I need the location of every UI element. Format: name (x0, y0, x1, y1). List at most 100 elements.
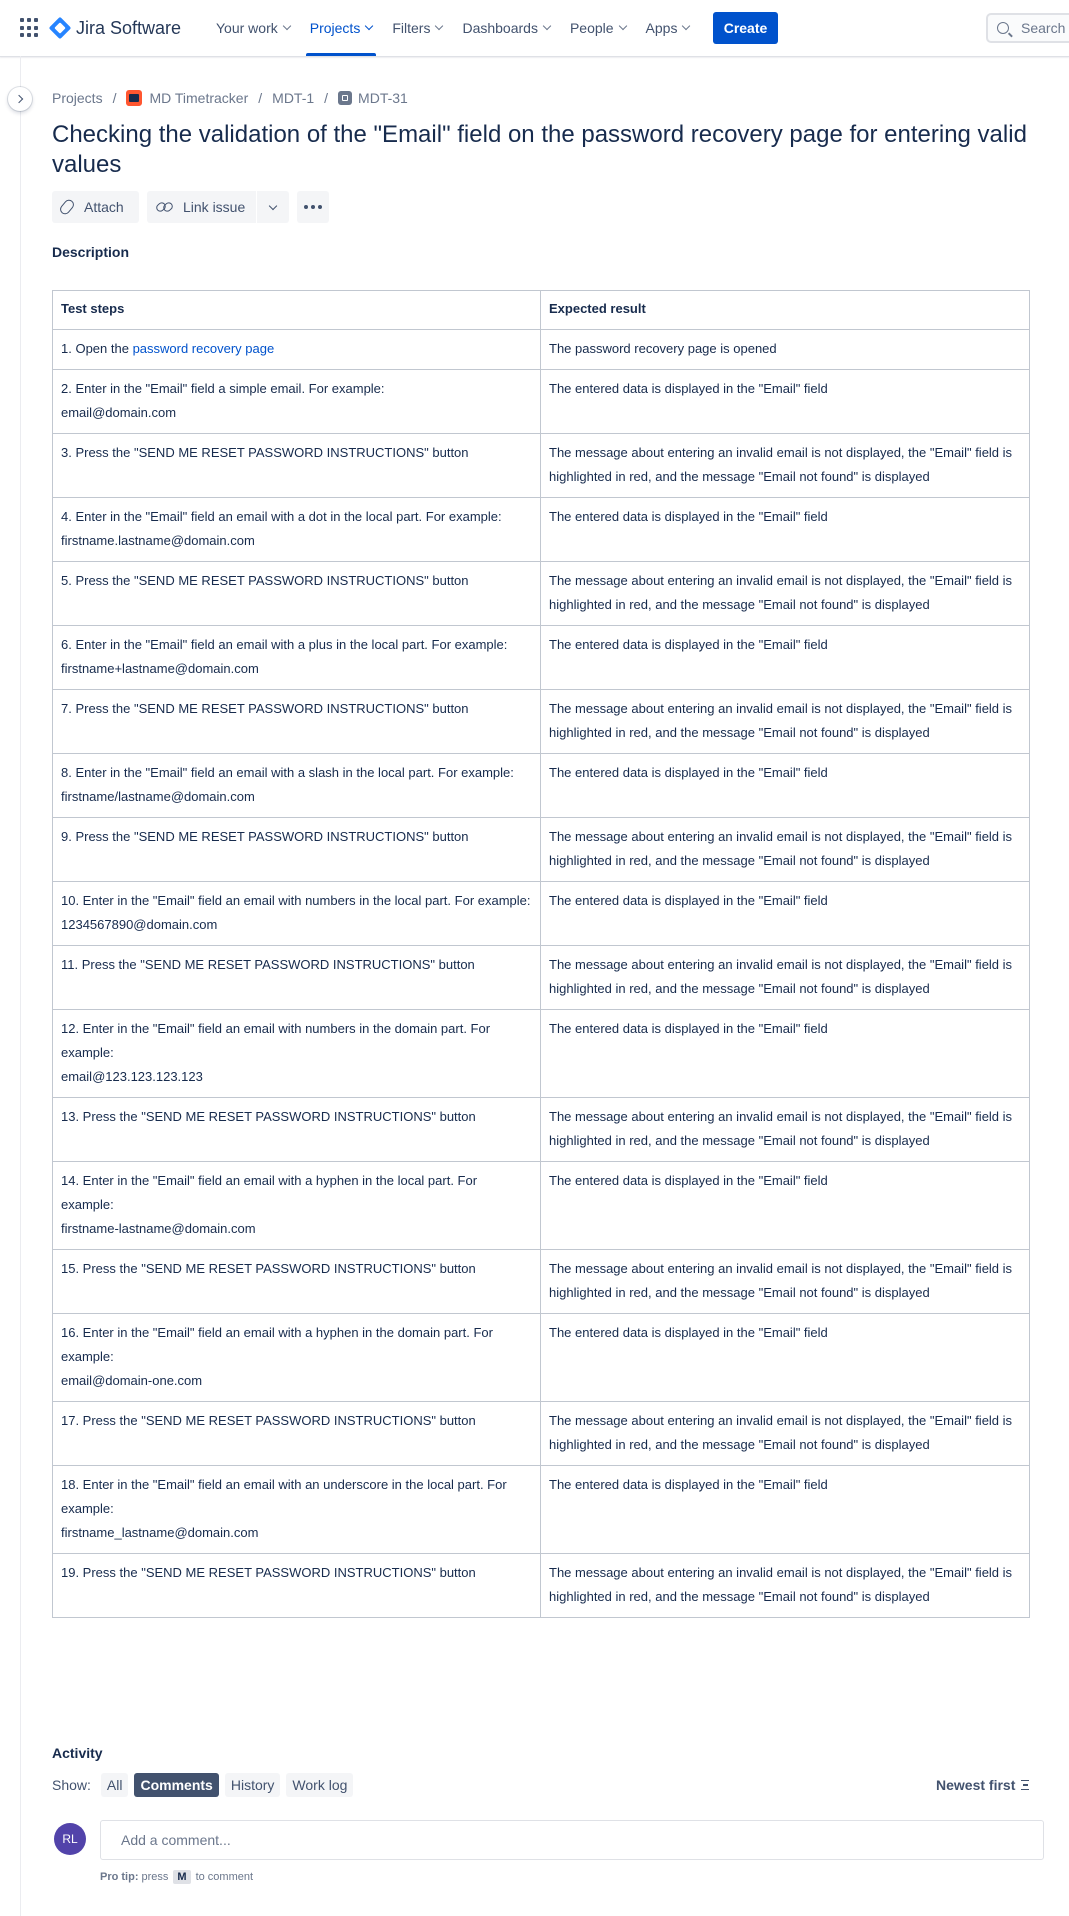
nav-item-label: Apps (645, 20, 678, 36)
activity-filter-bar: Show: All Comments History Work log (52, 1773, 359, 1797)
activity-label: Activity (52, 1745, 103, 1761)
test-step-cell: 8. Enter in the "Email" field an email w… (52, 753, 541, 818)
chevron-down-icon (268, 201, 278, 210)
test-step-cell: 14. Enter in the "Email" field an email … (52, 1161, 541, 1250)
create-button[interactable]: Create (713, 12, 778, 44)
test-step-cell: 11. Press the "SEND ME RESET PASSWORD IN… (52, 945, 541, 1010)
test-step-cell: 12. Enter in the "Email" field an email … (52, 1009, 541, 1098)
chevron-down-icon (282, 21, 291, 31)
nav-item-apps[interactable]: Apps (638, 0, 698, 56)
expected-result-cell: The message about entering an invalid em… (540, 817, 1030, 882)
chevron-down-icon (618, 21, 627, 31)
column-header-expected-result: Expected result (540, 290, 1030, 330)
test-step-cell: 3. Press the "SEND ME RESET PASSWORD INS… (52, 433, 541, 498)
table-row: 18. Enter in the "Email" field an email … (52, 1465, 1030, 1554)
expected-result-cell: The message about entering an invalid em… (540, 561, 1030, 626)
table-row: 6. Enter in the "Email" field an email w… (52, 625, 1030, 690)
more-actions-button[interactable] (297, 191, 329, 223)
test-step-text: 1. Open the (61, 341, 133, 356)
test-step-cell: 19. Press the "SEND ME RESET PASSWORD IN… (52, 1553, 541, 1618)
nav-item-dashboards[interactable]: Dashboards (454, 0, 558, 56)
expected-result-cell: The password recovery page is opened (540, 329, 1030, 370)
nav-item-label: Your work (216, 20, 278, 36)
issue-toolbar: Attach Link issue (52, 191, 329, 223)
activity-filter-history[interactable]: History (224, 1773, 281, 1797)
test-step-cell: 2. Enter in the "Email" field a simple e… (52, 369, 541, 434)
issue-title[interactable]: Checking the validation of the "Email" f… (52, 120, 1052, 180)
breadcrumb-project[interactable]: MD Timetracker (149, 90, 248, 106)
nav-item-your-work[interactable]: Your work (208, 0, 298, 56)
table-row: 3. Press the "SEND ME RESET PASSWORD INS… (52, 433, 1030, 498)
test-step-cell: 16. Enter in the "Email" field an email … (52, 1313, 541, 1402)
expand-sidebar-button[interactable] (8, 87, 32, 111)
table-row: 14. Enter in the "Email" field an email … (52, 1161, 1030, 1250)
table-row: 19. Press the "SEND ME RESET PASSWORD IN… (52, 1553, 1030, 1618)
attach-button[interactable]: Attach (52, 191, 139, 223)
expected-result-cell: The message about entering an invalid em… (540, 433, 1030, 498)
nav-item-label: Projects (309, 20, 361, 36)
pro-tip-suffix: to comment (195, 1871, 254, 1883)
test-step-cell: 13. Press the "SEND ME RESET PASSWORD IN… (52, 1097, 541, 1162)
logo-text: Jira Software (76, 17, 182, 38)
expected-result-cell: The entered data is displayed in the "Em… (540, 1465, 1030, 1554)
link-issue-button[interactable]: Link issue (147, 191, 256, 223)
link-issue-label: Link issue (183, 199, 246, 215)
chevron-down-icon (682, 21, 691, 31)
link-issue-dropdown-button[interactable] (257, 191, 289, 223)
search-placeholder: Search (1021, 20, 1066, 36)
expected-result-cell: The message about entering an invalid em… (540, 1553, 1030, 1618)
test-step-cell: 18. Enter in the "Email" field an email … (52, 1465, 541, 1554)
nav-item-label: Dashboards (462, 20, 538, 36)
expected-result-cell: The message about entering an invalid em… (540, 1249, 1030, 1314)
table-row: 5. Press the "SEND ME RESET PASSWORD INS… (52, 561, 1030, 626)
sort-order-button[interactable]: Newest first (936, 1773, 1031, 1797)
comment-input[interactable]: Add a comment... (100, 1820, 1044, 1860)
chevron-down-icon (435, 21, 444, 31)
show-label: Show: (52, 1777, 91, 1793)
breadcrumb-parent-issue[interactable]: MDT-1 (272, 90, 314, 106)
pro-tip-press: press (141, 1871, 169, 1883)
table-row: 9. Press the "SEND ME RESET PASSWORD INS… (52, 817, 1030, 882)
test-step-cell: 10. Enter in the "Email" field an email … (52, 881, 541, 946)
breadcrumb-issue-key[interactable]: MDT-31 (358, 90, 408, 106)
breadcrumb-separator: / (324, 90, 329, 106)
search-input[interactable]: Search (986, 13, 1069, 43)
expected-result-cell: The message about entering an invalid em… (540, 689, 1030, 754)
avatar[interactable]: RL (54, 1823, 86, 1855)
jira-logo-icon (48, 16, 72, 40)
table-row: 10. Enter in the "Email" field an email … (52, 881, 1030, 946)
nav-item-projects[interactable]: Projects (302, 0, 381, 56)
expected-result-cell: The message about entering an invalid em… (540, 1401, 1030, 1466)
jira-logo[interactable]: Jira Software (48, 15, 182, 41)
sort-order-label: Newest first (936, 1777, 1016, 1793)
password-recovery-page-link[interactable]: password recovery page (133, 341, 275, 356)
app-switcher-icon[interactable] (20, 18, 40, 38)
nav-item-people[interactable]: People (562, 0, 634, 56)
test-step-cell: 7. Press the "SEND ME RESET PASSWORD INS… (52, 689, 541, 754)
nav-item-filters[interactable]: Filters (384, 0, 450, 56)
pro-tip: Pro tip: press M to comment (100, 1870, 253, 1884)
activity-filter-comments[interactable]: Comments (134, 1773, 219, 1797)
expected-result-cell: The entered data is displayed in the "Em… (540, 881, 1030, 946)
table-row: 11. Press the "SEND ME RESET PASSWORD IN… (52, 945, 1030, 1010)
expected-result-cell: The entered data is displayed in the "Em… (540, 1161, 1030, 1250)
more-icon (303, 205, 324, 209)
activity-filter-all[interactable]: All (100, 1773, 129, 1797)
activity-filter-work-log[interactable]: Work log (286, 1773, 354, 1797)
expected-result-cell: The entered data is displayed in the "Em… (540, 1313, 1030, 1402)
breadcrumb-projects[interactable]: Projects (52, 90, 103, 106)
expected-result-cell: The message about entering an invalid em… (540, 1097, 1030, 1162)
table-row: 17. Press the "SEND ME RESET PASSWORD IN… (52, 1401, 1030, 1466)
chevron-down-icon (365, 21, 374, 31)
test-step-cell: 4. Enter in the "Email" field an email w… (52, 497, 541, 562)
expected-result-cell: The entered data is displayed in the "Em… (540, 1009, 1030, 1098)
table-row: 7. Press the "SEND ME RESET PASSWORD INS… (52, 689, 1030, 754)
project-avatar-icon (126, 90, 143, 106)
link-icon (157, 203, 173, 211)
table-row: 13. Press the "SEND ME RESET PASSWORD IN… (52, 1097, 1030, 1162)
table-row: 4. Enter in the "Email" field an email w… (52, 497, 1030, 562)
test-steps-table: Test steps Expected result 1. Open the p… (52, 290, 1030, 1618)
breadcrumb: Projects / MD Timetracker / MDT-1 / MDT-… (52, 88, 408, 108)
expected-result-cell: The entered data is displayed in the "Em… (540, 625, 1030, 690)
table-row: 15. Press the "SEND ME RESET PASSWORD IN… (52, 1249, 1030, 1314)
